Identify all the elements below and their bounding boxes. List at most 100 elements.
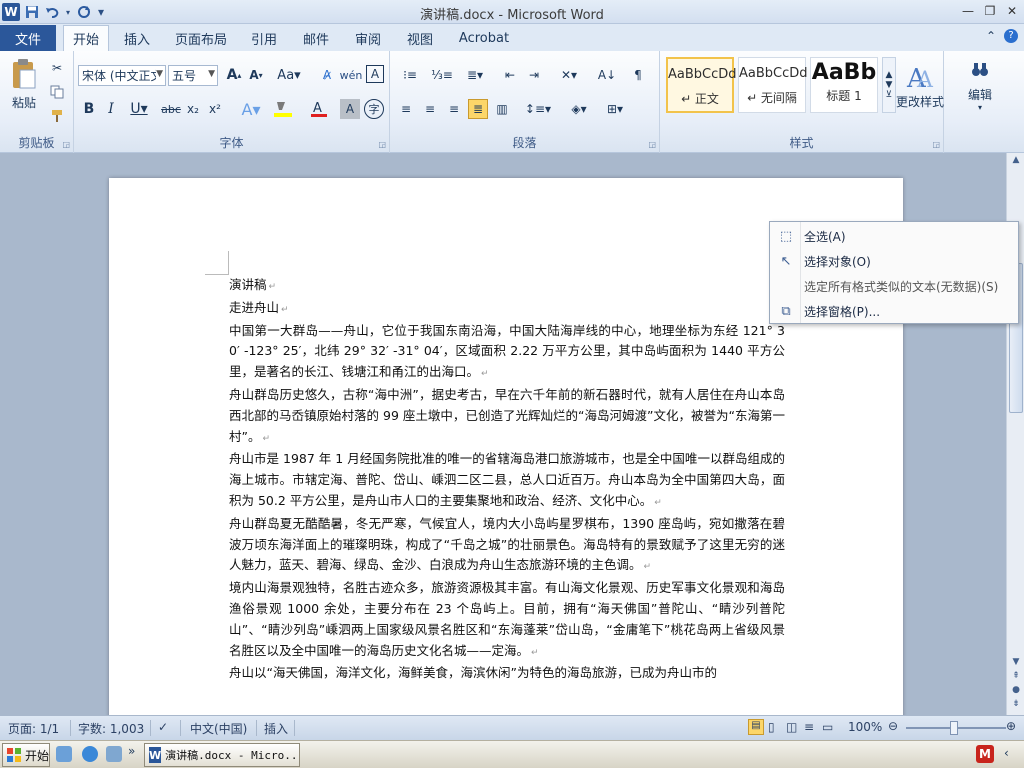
web-layout-icon[interactable]: ◫ — [786, 720, 797, 734]
shrink-font-icon[interactable]: A ▾ — [246, 65, 266, 85]
print-layout-icon[interactable]: ▤ — [748, 719, 764, 735]
paste-button[interactable]: 粘贴 — [6, 55, 42, 113]
change-styles-button[interactable]: AA 更改样式 — [896, 55, 944, 117]
menu-item-select-similar[interactable]: 选定所有格式类似的文本(无数据)(S) — [770, 274, 1018, 299]
tab-page-layout[interactable]: 页面布局 — [170, 25, 232, 51]
font-color-icon[interactable]: A — [306, 99, 332, 119]
tab-insert[interactable]: 插入 — [116, 25, 158, 51]
tray-expand-icon[interactable]: ‹ — [1004, 746, 1020, 762]
font-launcher-icon[interactable]: ◲ — [378, 140, 386, 149]
grow-font-icon[interactable]: A ▴ — [224, 65, 244, 85]
decrease-indent-icon[interactable]: ⇤ — [500, 65, 520, 85]
shading-icon[interactable]: ◈▾ — [564, 99, 594, 119]
strikethrough-icon[interactable]: abc — [160, 99, 182, 119]
tray-app-icon[interactable]: M — [976, 745, 994, 763]
quick-launch-more[interactable]: » — [128, 744, 140, 760]
tab-references[interactable]: 引用 — [244, 25, 284, 51]
show-formatting-icon[interactable]: ¶ — [628, 65, 648, 85]
style-heading-1[interactable]: AaBb 标题 1 — [810, 57, 878, 113]
previous-page-icon[interactable]: ⇞ — [1010, 671, 1022, 683]
align-right-icon[interactable]: ≡ — [444, 99, 464, 119]
doc-paragraph[interactable]: 舟山市是 1987 年 1 月经国务院批准的唯一的省辖海岛港口旅游城市，也是全中… — [229, 449, 785, 513]
underline-icon[interactable]: U▾ — [126, 99, 152, 119]
sort-icon[interactable]: A↓ — [596, 65, 618, 85]
align-left-icon[interactable]: ≡ — [396, 99, 416, 119]
numbering-icon[interactable]: ⅓≡ — [428, 65, 456, 85]
format-painter-icon[interactable] — [48, 107, 66, 125]
cut-icon[interactable]: ✂ — [48, 59, 66, 77]
clipboard-launcher-icon[interactable]: ◲ — [62, 140, 70, 149]
quick-launch-desktop-icon[interactable] — [56, 746, 72, 762]
style-normal[interactable]: AaBbCcDd ↵ 正文 — [666, 57, 737, 113]
tab-file[interactable]: 文件 — [0, 25, 56, 51]
tab-view[interactable]: 视图 — [400, 25, 440, 51]
multilevel-list-icon[interactable]: ≣▾ — [460, 65, 490, 85]
highlight-icon[interactable] — [268, 99, 298, 119]
character-shading-icon[interactable]: A — [340, 99, 360, 119]
distributed-icon[interactable]: ▥ — [492, 99, 512, 119]
doc-paragraph[interactable]: 境内山海景观独特，名胜古迹众多，旅游资源极其丰富。有山海文化景观、历史军事文化景… — [229, 578, 785, 663]
asian-layout-icon[interactable]: ✕▾ — [554, 65, 584, 85]
restore-icon[interactable]: ❐ — [980, 2, 1000, 20]
zoom-level[interactable]: 100% — [848, 720, 882, 734]
character-border-icon[interactable]: A — [366, 65, 384, 83]
zoom-in-icon[interactable]: ⊕ — [1006, 719, 1016, 733]
bold-icon[interactable]: B — [80, 99, 98, 119]
bullets-icon[interactable]: ⁝≡ — [396, 65, 424, 85]
insert-mode[interactable]: 插入 — [264, 720, 288, 737]
tab-mailings[interactable]: 邮件 — [296, 25, 336, 51]
proofing-icon[interactable]: ✓ — [158, 720, 168, 734]
quick-launch-app-icon[interactable] — [106, 746, 122, 762]
zoom-out-icon[interactable]: ⊖ — [888, 719, 898, 733]
browse-object-icon[interactable]: ● — [1010, 685, 1022, 697]
start-button[interactable]: 开始 — [2, 743, 50, 767]
menu-item-select-objects[interactable]: ↖ 选择对象(O) — [770, 249, 1018, 274]
doc-paragraph[interactable]: 走进舟山 ↵ — [229, 298, 785, 321]
word-count[interactable]: 字数: 1,003 — [78, 720, 144, 737]
document-body[interactable]: 演讲稿 ↵ 走进舟山 ↵ 中国第一大群岛——舟山，它位于我国东南沿海，中国大陆海岸线… — [229, 275, 785, 684]
superscript-icon[interactable]: x² — [206, 99, 224, 119]
doc-paragraph[interactable]: 舟山以“海天佛国，海洋文化，海鲜美食，海滨休闲”为特色的海岛旅游，已成为舟山市的 — [229, 663, 785, 684]
justify-icon[interactable]: ≣ — [468, 99, 488, 119]
change-case-icon[interactable]: Aa▾ — [276, 65, 302, 85]
full-screen-reading-icon[interactable]: ▯ — [768, 720, 775, 734]
minimize-ribbon-icon[interactable]: ⌃ — [986, 29, 996, 43]
styles-launcher-icon[interactable]: ◲ — [932, 140, 940, 149]
doc-paragraph[interactable]: 舟山群岛夏无酷酷暑，冬无严寒，气候宜人，境内大小岛屿星罗棋布，1390 座岛屿，… — [229, 514, 785, 578]
doc-paragraph[interactable]: 中国第一大群岛——舟山，它位于我国东南沿海，中国大陆海岸线的中心，地理坐标为东经… — [229, 321, 785, 385]
editing-button[interactable]: 编辑 ▾ — [962, 55, 998, 117]
minimize-icon[interactable]: — — [958, 2, 978, 20]
enclose-characters-icon[interactable]: 字 — [364, 99, 384, 119]
tab-home[interactable]: 开始 — [63, 25, 109, 51]
clear-format-icon[interactable]: A̷ — [316, 65, 338, 85]
close-icon[interactable]: ✕ — [1002, 2, 1022, 20]
page-count[interactable]: 页面: 1/1 — [8, 720, 59, 737]
scroll-up-icon[interactable]: ▲ — [1010, 155, 1022, 167]
italic-icon[interactable]: I — [102, 99, 120, 119]
internet-explorer-icon[interactable] — [82, 746, 98, 762]
font-size-combo[interactable]: 五号 ▼ — [168, 65, 218, 86]
borders-icon[interactable]: ⊞▾ — [600, 99, 630, 119]
increase-indent-icon[interactable]: ⇥ — [524, 65, 544, 85]
subscript-icon[interactable]: x₂ — [184, 99, 202, 119]
doc-paragraph[interactable]: 舟山群岛历史悠久，古称“海中洲”，据史考古，早在六千年前的新石器时代，就有人居住… — [229, 385, 785, 449]
menu-item-select-all[interactable]: ⬚ 全选(A) — [770, 224, 1018, 249]
phonetic-guide-icon[interactable]: wén — [340, 65, 363, 85]
zoom-slider-thumb[interactable] — [950, 721, 958, 735]
doc-paragraph[interactable]: 演讲稿 ↵ — [229, 275, 785, 298]
help-icon[interactable]: ? — [1004, 29, 1018, 43]
tab-acrobat[interactable]: Acrobat — [452, 25, 516, 51]
paragraph-launcher-icon[interactable]: ◲ — [648, 140, 656, 149]
language-indicator[interactable]: 中文(中国) — [190, 720, 247, 737]
text-effects-icon[interactable]: A▾ — [238, 99, 264, 119]
line-spacing-icon[interactable]: ↕≡▾ — [524, 99, 552, 119]
menu-item-selection-pane[interactable]: ⧉ 选择窗格(P)... — [770, 299, 1018, 324]
scroll-down-icon[interactable]: ▼ — [1010, 657, 1022, 669]
taskbar-word-window[interactable]: W 演讲稿.docx - Micro... — [144, 743, 300, 767]
align-center-icon[interactable]: ≡ — [420, 99, 440, 119]
next-page-icon[interactable]: ⇟ — [1010, 699, 1022, 711]
font-name-combo[interactable]: 宋体 (中文正文) ▼ — [78, 65, 166, 86]
styles-scroll[interactable]: ▲ ▼ ⊻ — [882, 57, 896, 113]
draft-icon[interactable]: ▭ — [822, 720, 833, 734]
style-no-spacing[interactable]: AaBbCcDd ↵ 无间隔 — [738, 57, 808, 113]
